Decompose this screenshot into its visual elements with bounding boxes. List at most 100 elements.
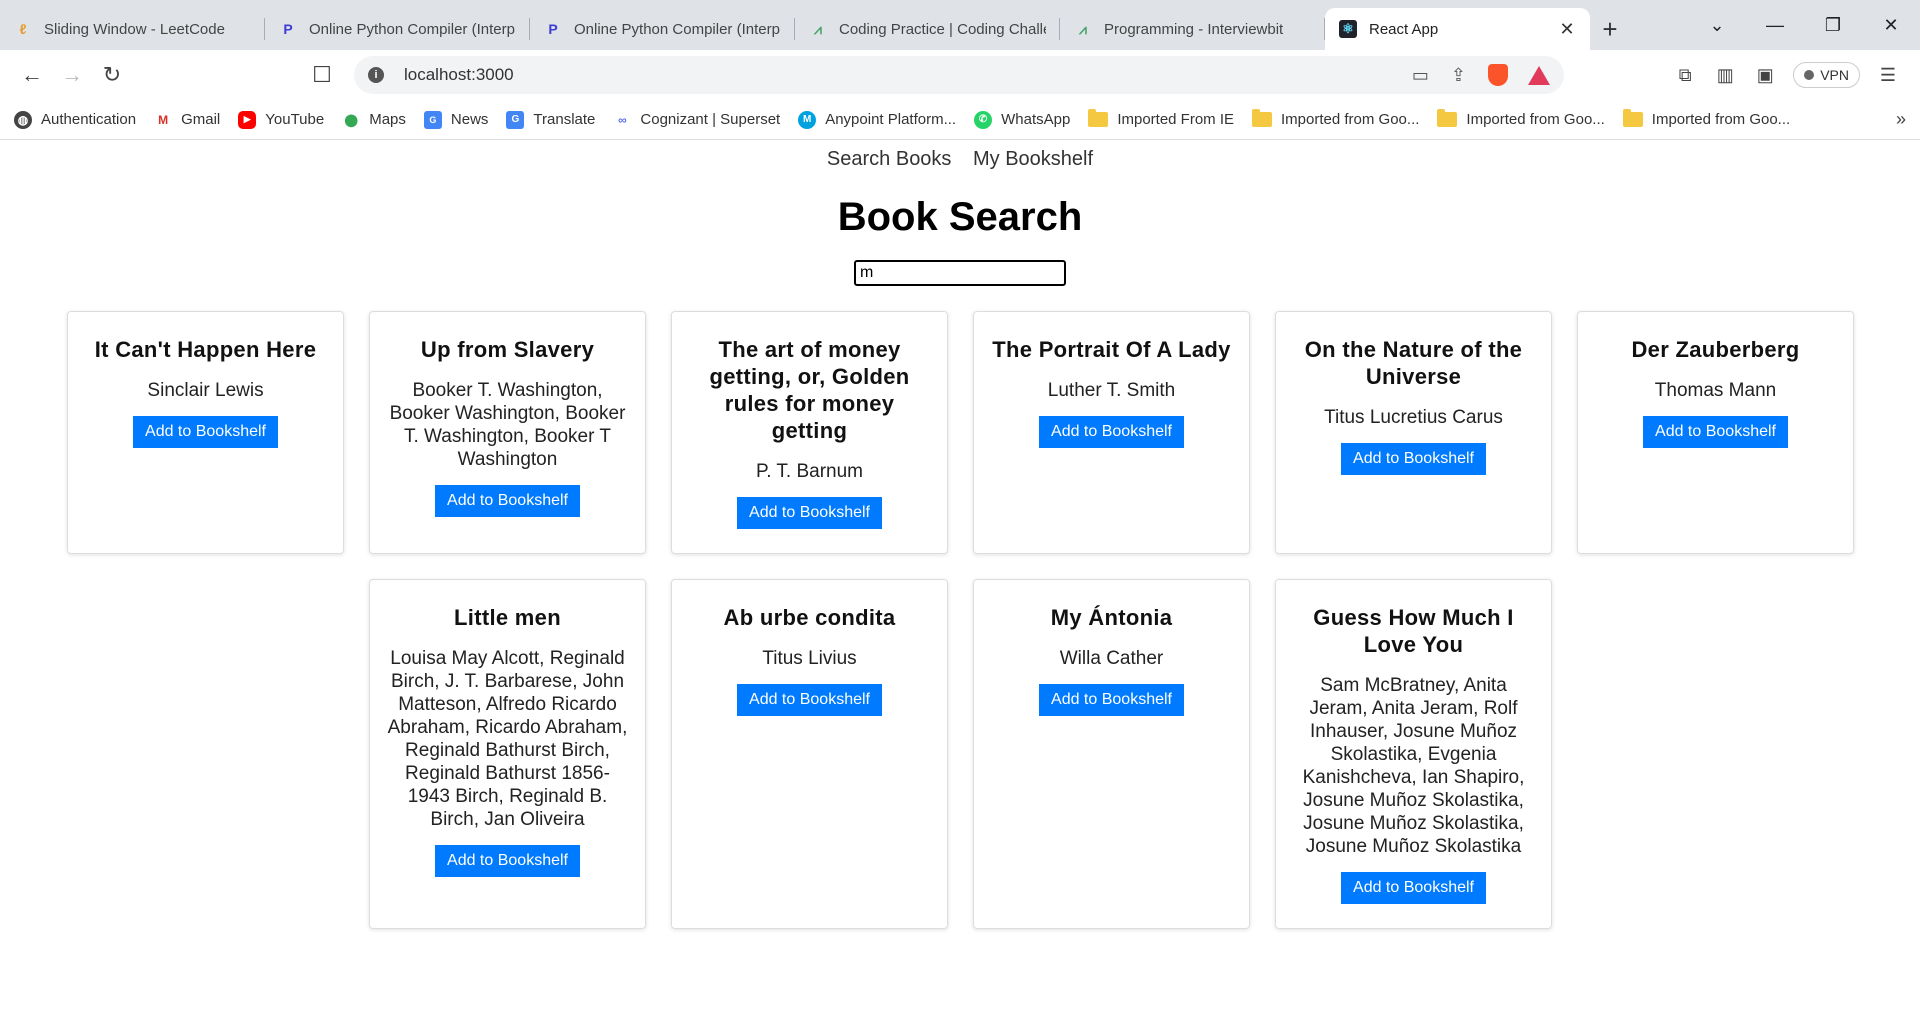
- tab-title: React App: [1369, 20, 1439, 38]
- bookmark-gmail[interactable]: M Gmail: [154, 111, 220, 129]
- book-author: Louisa May Alcott, Reginald Birch, J. T.…: [387, 648, 628, 830]
- tab-coding-practice[interactable]: ⩘ Coding Practice | Coding Challe: [795, 8, 1060, 50]
- add-to-bookshelf-button[interactable]: Add to Bookshelf: [1341, 872, 1486, 904]
- bookmarks-overflow-icon[interactable]: »: [1896, 109, 1906, 130]
- leetcode-icon: ℓ: [19, 21, 27, 37]
- book-card: The art of money getting, or, Golden rul…: [671, 311, 948, 554]
- wallet-icon[interactable]: ▣: [1745, 65, 1785, 86]
- bookmark-icon[interactable]: ☐: [302, 57, 342, 93]
- tab-title: Online Python Compiler (Interp: [574, 20, 780, 38]
- book-card: It Can't Happen Here Sinclair Lewis Add …: [67, 311, 344, 554]
- close-window-icon[interactable]: ✕: [1862, 15, 1920, 36]
- tab-search-icon[interactable]: ⌄: [1688, 15, 1746, 36]
- cast-icon[interactable]: ▭: [1412, 65, 1429, 86]
- add-to-bookshelf-button[interactable]: Add to Bookshelf: [1341, 443, 1486, 475]
- tab-python-compiler-2[interactable]: P Online Python Compiler (Interp: [530, 8, 795, 50]
- folder-icon: [1088, 109, 1109, 127]
- bookmark-superset[interactable]: ∞ Cognizant | Superset: [613, 111, 780, 129]
- bookmark-folder-ie[interactable]: Imported From IE: [1088, 109, 1234, 128]
- book-author: Willa Cather: [1059, 648, 1164, 669]
- superset-icon: ∞: [618, 112, 627, 127]
- book-title: It Can't Happen Here: [94, 337, 317, 362]
- extensions-icon[interactable]: ⧉: [1665, 65, 1705, 86]
- minimize-icon[interactable]: —: [1746, 15, 1804, 36]
- news-icon: G: [423, 110, 442, 129]
- book-title: The Portrait Of A Lady: [992, 337, 1231, 362]
- vpn-label: VPN: [1820, 67, 1849, 83]
- nav-my-bookshelf[interactable]: My Bookshelf: [973, 148, 1093, 170]
- nav-search-books[interactable]: Search Books: [827, 148, 952, 170]
- forward-icon[interactable]: →: [52, 57, 92, 93]
- address-bar[interactable]: i localhost:3000 ▭ ⇪: [354, 56, 1564, 94]
- bookmark-whatsapp[interactable]: ✆ WhatsApp: [974, 110, 1070, 129]
- book-title: The art of money getting, or, Golden rul…: [709, 337, 910, 443]
- bookmark-translate[interactable]: G Translate: [506, 110, 596, 129]
- book-author: Sam McBratney, Anita Jeram, Anita Jeram,…: [1302, 675, 1525, 857]
- bookmark-label: Imported from Goo...: [1466, 111, 1605, 128]
- book-card: The Portrait Of A Lady Luther T. Smith A…: [973, 311, 1250, 554]
- book-title: On the Nature of the Universe: [1304, 337, 1523, 389]
- add-to-bookshelf-button[interactable]: Add to Bookshelf: [737, 497, 882, 529]
- add-to-bookshelf-button[interactable]: Add to Bookshelf: [133, 416, 278, 448]
- youtube-icon: ▶: [238, 110, 257, 129]
- book-card: On the Nature of the Universe Titus Lucr…: [1275, 311, 1552, 554]
- book-author: Thomas Mann: [1654, 380, 1777, 401]
- tab-interviewbit[interactable]: ⩘ Programming - Interviewbit: [1060, 8, 1325, 50]
- bookmark-label: News: [450, 111, 489, 128]
- vpn-button[interactable]: VPN: [1793, 62, 1860, 88]
- back-icon[interactable]: ←: [12, 57, 52, 93]
- tab-title: Coding Practice | Coding Challe: [839, 20, 1046, 38]
- close-tab-icon[interactable]: ✕: [1558, 19, 1576, 40]
- tab-react-app[interactable]: ⚛ React App ✕: [1325, 8, 1590, 50]
- translate-icon: G: [506, 110, 525, 129]
- brave-shields-icon[interactable]: [1488, 64, 1508, 86]
- tab-leetcode[interactable]: ℓ Sliding Window - LeetCode: [0, 8, 265, 50]
- whatsapp-icon: ✆: [974, 110, 993, 129]
- add-to-bookshelf-button[interactable]: Add to Bookshelf: [1039, 416, 1184, 448]
- add-to-bookshelf-button[interactable]: Add to Bookshelf: [435, 485, 580, 517]
- bookmark-label: Translate: [533, 111, 596, 128]
- book-card: Guess How Much I Love You Sam McBratney,…: [1275, 579, 1552, 929]
- react-icon: ⚛: [1339, 20, 1357, 38]
- book-author: Sinclair Lewis: [147, 380, 264, 401]
- book-title: Up from Slavery: [420, 337, 595, 362]
- programiz-icon: P: [283, 21, 293, 37]
- bookmark-authentication[interactable]: ◍ Authentication: [14, 110, 136, 129]
- bookmark-label: Imported from Goo...: [1281, 111, 1420, 128]
- globe-icon: ◍: [14, 110, 32, 129]
- tab-python-compiler-1[interactable]: P Online Python Compiler (Interp: [265, 8, 530, 50]
- menu-icon[interactable]: ☰: [1868, 65, 1908, 86]
- mulesoft-icon: M: [798, 110, 817, 129]
- book-title: Der Zauberberg: [1631, 337, 1800, 362]
- restore-icon[interactable]: ❐: [1804, 15, 1862, 36]
- book-author: P. T. Barnum: [755, 461, 864, 482]
- add-to-bookshelf-button[interactable]: Add to Bookshelf: [737, 684, 882, 716]
- add-to-bookshelf-button[interactable]: Add to Bookshelf: [1039, 684, 1184, 716]
- new-tab-button[interactable]: +: [1590, 8, 1630, 50]
- bookmark-anypoint[interactable]: M Anypoint Platform...: [798, 110, 956, 129]
- book-card: Der Zauberberg Thomas Mann Add to Booksh…: [1577, 311, 1854, 554]
- reload-icon[interactable]: ↻: [92, 57, 132, 93]
- book-author: Titus Lucretius Carus: [1324, 407, 1503, 428]
- book-author: Luther T. Smith: [1047, 380, 1176, 401]
- bookmark-folder-google-3[interactable]: Imported from Goo...: [1622, 109, 1790, 128]
- bookmark-folder-google-1[interactable]: Imported from Goo...: [1252, 109, 1420, 128]
- site-info-icon[interactable]: i: [368, 67, 384, 83]
- share-icon[interactable]: ⇪: [1451, 65, 1466, 86]
- add-to-bookshelf-button[interactable]: Add to Bookshelf: [1643, 416, 1788, 448]
- url-text[interactable]: localhost:3000: [404, 65, 1390, 85]
- brave-rewards-icon[interactable]: [1528, 65, 1550, 85]
- bookmark-label: Gmail: [181, 111, 221, 128]
- add-to-bookshelf-button[interactable]: Add to Bookshelf: [435, 845, 580, 877]
- bookmark-youtube[interactable]: ▶ YouTube: [238, 110, 325, 129]
- book-card: My Ántonia Willa Cather Add to Bookshelf: [973, 579, 1250, 929]
- sidebar-icon[interactable]: ▥: [1705, 65, 1745, 86]
- bookmark-maps[interactable]: ⬤ Maps: [342, 111, 406, 129]
- bookmark-label: YouTube: [265, 111, 325, 128]
- bookmark-news[interactable]: G News: [423, 110, 489, 129]
- search-input[interactable]: [854, 260, 1066, 286]
- book-grid: It Can't Happen Here Sinclair Lewis Add …: [67, 311, 1857, 929]
- bookmark-label: Maps: [369, 111, 406, 128]
- gmail-icon: M: [158, 112, 169, 127]
- bookmark-folder-google-2[interactable]: Imported from Goo...: [1437, 109, 1605, 128]
